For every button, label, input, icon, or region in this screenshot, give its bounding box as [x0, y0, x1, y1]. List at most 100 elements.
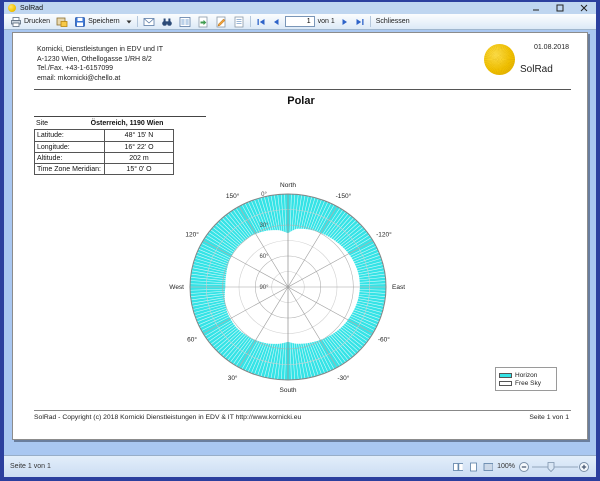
company-email: email: mkornicki@chello.at	[37, 74, 163, 84]
printer-icon	[10, 16, 22, 28]
horizon-swatch	[499, 373, 512, 378]
company-header: Kornicki, Dienstleistungen in EDV und IT…	[37, 45, 163, 83]
toolbar-separator	[137, 16, 138, 27]
find-button[interactable]	[158, 15, 176, 29]
toolbar-separator	[370, 16, 371, 27]
page-count-label: von 1	[318, 18, 335, 25]
free-sky-swatch	[499, 381, 512, 386]
svg-text:-120°: -120°	[376, 230, 392, 238]
previous-page-icon	[272, 18, 280, 26]
zoom-level-label: 100%	[497, 463, 515, 470]
row-value: 202 m	[105, 155, 173, 162]
company-phone: Tel./Fax. +43-1-6157099	[37, 64, 163, 74]
zoom-out-button[interactable]	[520, 462, 529, 471]
zoom-thumb[interactable]	[548, 462, 554, 471]
zoom-slider[interactable]	[518, 461, 590, 473]
polar-chart: 0°30°60°90°-150°-120°-60°-30°30°60°120°1…	[161, 173, 421, 403]
last-page-button[interactable]	[352, 15, 368, 29]
legend-item-freesky: Free Sky	[499, 379, 553, 387]
polar-chart-area: 0°30°60°90°-150°-120°-60°-30°30°60°120°1…	[161, 173, 421, 403]
site-value: Österreich, 1190 Wien	[48, 120, 206, 127]
toolbar-separator	[250, 16, 251, 27]
site-table-header: Site Österreich, 1190 Wien	[34, 116, 206, 129]
print-setup-button[interactable]	[53, 15, 71, 29]
legend-item-horizon: Horizon	[499, 371, 553, 379]
svg-text:30°: 30°	[228, 374, 238, 382]
view-two-pages-button[interactable]	[452, 461, 464, 472]
svg-text:West: West	[169, 284, 184, 291]
close-button[interactable]	[572, 2, 596, 14]
zoom-in-button[interactable]	[580, 462, 589, 471]
footer-copyright: SolRad - Copyright (c) 2018 Kornicki Die…	[34, 414, 301, 421]
save-dropdown-button[interactable]	[123, 15, 135, 29]
text-view-button[interactable]	[230, 15, 248, 29]
horizon-label: Horizon	[515, 372, 537, 379]
next-page-icon	[341, 18, 349, 26]
svg-text:150°: 150°	[226, 192, 240, 200]
svg-text:-150°: -150°	[336, 192, 352, 200]
svg-text:30°: 30°	[259, 223, 269, 229]
two-pages-icon	[453, 462, 463, 472]
view-fit-width-button[interactable]	[482, 461, 494, 472]
save-label: Speichern	[88, 18, 120, 25]
svg-text:North: North	[280, 182, 296, 189]
first-page-button[interactable]	[253, 15, 269, 29]
email-button[interactable]	[140, 15, 158, 29]
free-sky-label: Free Sky	[515, 380, 541, 387]
fit-width-icon	[483, 462, 493, 472]
save-icon	[74, 16, 86, 28]
close-preview-label: Schliessen	[376, 18, 410, 25]
svg-text:East: East	[392, 284, 405, 291]
view-one-page-button[interactable]	[467, 461, 479, 472]
first-page-icon	[256, 18, 266, 26]
binoculars-icon	[161, 16, 173, 28]
table-row: Latitude: 48° 15' N	[35, 130, 173, 141]
export-button[interactable]	[194, 15, 212, 29]
row-label: Altitude:	[35, 153, 105, 163]
save-button[interactable]: Speichern	[71, 15, 123, 29]
status-page-label: Seite 1 von 1	[10, 463, 51, 470]
print-preview-area[interactable]: Kornicki, Dienstleistungen in EDV und IT…	[4, 30, 596, 457]
window-title: SolRad	[20, 5, 43, 12]
page-number-input[interactable]	[285, 16, 315, 27]
row-value: 48° 15' N	[105, 132, 173, 139]
close-preview-button[interactable]: Schliessen	[373, 15, 413, 29]
layout-button[interactable]	[176, 15, 194, 29]
table-row: Altitude: 202 m	[35, 152, 173, 163]
header-rule	[34, 89, 571, 90]
print-button[interactable]: Drucken	[7, 15, 53, 29]
company-name: Kornicki, Dienstleistungen in EDV und IT	[37, 45, 163, 55]
svg-text:0°: 0°	[261, 192, 267, 198]
site-label: Site	[34, 120, 48, 127]
footer-page-number: Seite 1 von 1	[529, 414, 569, 421]
table-row: Longitude: 16° 22' O	[35, 141, 173, 152]
edit-page-icon	[215, 16, 227, 28]
company-address: A-1230 Wien, Othellogasse 1/RH 8/2	[37, 55, 163, 65]
sun-logo	[484, 44, 515, 75]
page-title: Polar	[13, 95, 589, 107]
toolbar: Drucken Speichern	[4, 14, 596, 30]
report-date: 01.08.2018	[534, 44, 569, 51]
export-page-icon	[197, 16, 209, 28]
envelope-icon	[143, 16, 155, 28]
svg-text:South: South	[280, 387, 297, 394]
svg-text:60°: 60°	[259, 254, 269, 260]
row-label: Longitude:	[35, 142, 105, 152]
svg-text:-30°: -30°	[337, 374, 349, 382]
next-page-button[interactable]	[338, 15, 352, 29]
last-page-icon	[355, 18, 365, 26]
chart-legend: Horizon Free Sky	[495, 367, 557, 391]
edit-button[interactable]	[212, 15, 230, 29]
minimize-button[interactable]	[524, 2, 548, 14]
svg-text:-60°: -60°	[378, 336, 390, 344]
maximize-button[interactable]	[548, 2, 572, 14]
text-page-icon	[233, 16, 245, 28]
brand-name: SolRad	[520, 64, 553, 75]
print-setup-icon	[56, 16, 68, 28]
svg-text:120°: 120°	[185, 230, 199, 238]
one-page-icon	[468, 462, 478, 472]
svg-text:60°: 60°	[187, 336, 197, 344]
previous-page-button[interactable]	[269, 15, 283, 29]
row-value: 16° 22' O	[105, 144, 173, 151]
row-label: Latitude:	[35, 130, 105, 141]
